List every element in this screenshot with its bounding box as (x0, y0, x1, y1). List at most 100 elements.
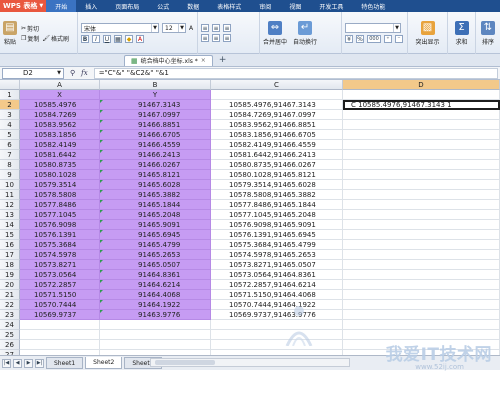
menu-home[interactable]: 开始 (46, 0, 77, 12)
cell-b-15[interactable]: 91465.6945 (100, 230, 211, 240)
cell-c-16[interactable]: 10575.3684,91465.4799 (211, 240, 343, 250)
cell-c-1[interactable] (211, 90, 343, 100)
highlight-button[interactable]: ▧ 突出显示 (411, 20, 444, 46)
cell-b-4[interactable]: 91466.8851 (100, 120, 211, 130)
cell-b-8[interactable]: 91466.0267 (100, 160, 211, 170)
align-left-icon[interactable]: ≡ (201, 34, 209, 42)
cell-d-22[interactable] (343, 300, 500, 310)
cell-b-11[interactable]: 91465.3882 (100, 190, 211, 200)
cell-d-8[interactable] (343, 160, 500, 170)
currency-icon[interactable]: ¥ (345, 35, 353, 43)
cell-d-13[interactable] (343, 210, 500, 220)
cell-d-4[interactable] (343, 120, 500, 130)
cell-c-23[interactable]: 10569.9737,91463.9776 (211, 310, 343, 320)
menu-insert[interactable]: 插入 (76, 0, 106, 12)
align-middle-icon[interactable]: ≡ (212, 24, 220, 32)
cell-a-15[interactable]: 10576.1391 (20, 230, 100, 240)
cell-d-1[interactable] (343, 90, 500, 100)
row-header[interactable]: 22 (0, 300, 20, 310)
cell-b-22[interactable]: 91464.1922 (100, 300, 211, 310)
cell-d-6[interactable] (343, 140, 500, 150)
cell-b-3[interactable]: 91467.0997 (100, 110, 211, 120)
cell-c-21[interactable]: 10571.5150,91464.4068 (211, 290, 343, 300)
horizontal-scrollbar[interactable] (150, 358, 350, 367)
formula-input[interactable]: ="C"&" "&C2&" "&1 (93, 67, 498, 79)
cell-d-24[interactable] (343, 320, 500, 330)
cell-a-13[interactable]: 10577.1045 (20, 210, 100, 220)
cell-c-9[interactable]: 10580.1028,91465.8121 (211, 170, 343, 180)
row-header[interactable]: 6 (0, 140, 20, 150)
new-tab-icon[interactable]: + (219, 55, 227, 65)
cell-d-3[interactable] (343, 110, 500, 120)
menu-table-style[interactable]: 表格样式 (208, 0, 250, 12)
align-bottom-icon[interactable]: ≡ (223, 24, 231, 32)
name-box[interactable]: D2 ▼ (2, 67, 64, 79)
cell-a-26[interactable] (20, 340, 100, 350)
cell-c-20[interactable]: 10572.2857,91464.6214 (211, 280, 343, 290)
row-header[interactable]: 4 (0, 120, 20, 130)
cell-c-14[interactable]: 10576.9098,91465.9091 (211, 220, 343, 230)
merge-center-button[interactable]: ⇔ 合并居中 (263, 20, 287, 46)
menu-review[interactable]: 审阅 (250, 0, 280, 12)
menu-page-layout[interactable]: 页面布局 (106, 0, 148, 12)
cell-c-7[interactable]: 10581.6442,91466.2413 (211, 150, 343, 160)
cell-a-9[interactable]: 10580.1028 (20, 170, 100, 180)
fill-color-icon[interactable]: ◆ (125, 35, 133, 43)
grow-font-icon[interactable]: A (189, 25, 193, 32)
bold-icon[interactable]: B (81, 35, 89, 43)
cell-a-23[interactable]: 10569.9737 (20, 310, 100, 320)
cell-b-13[interactable]: 91465.2048 (100, 210, 211, 220)
number-format-select[interactable]: ▼ (345, 23, 401, 33)
cell-a-7[interactable]: 10581.6442 (20, 150, 100, 160)
sum-button[interactable]: Σ 求和 (451, 20, 472, 46)
cell-c-19[interactable]: 10573.0564,91464.8361 (211, 270, 343, 280)
cell-d-23[interactable] (343, 310, 500, 320)
cell-c-15[interactable]: 10576.1391,91465.6945 (211, 230, 343, 240)
cell-b-24[interactable] (100, 320, 211, 330)
cut-button[interactable]: ✂ 剪切 (21, 24, 69, 33)
font-color-icon[interactable]: A (136, 35, 144, 43)
cell-b-21[interactable]: 91464.4068 (100, 290, 211, 300)
cell-c-12[interactable]: 10577.8486,91465.1844 (211, 200, 343, 210)
row-header[interactable]: 14 (0, 220, 20, 230)
font-size-select[interactable]: 12 ▼ (162, 23, 186, 33)
menu-developer[interactable]: 开发工具 (310, 0, 352, 12)
row-header[interactable]: 5 (0, 130, 20, 140)
increase-decimal-icon[interactable]: ⁺ (384, 35, 392, 43)
cell-c-26[interactable] (211, 340, 343, 350)
close-icon[interactable]: × (201, 57, 206, 64)
zoom-icon[interactable]: ⚲ (70, 69, 75, 77)
cell-a-3[interactable]: 10584.7269 (20, 110, 100, 120)
cell-b-6[interactable]: 91466.4559 (100, 140, 211, 150)
cell-a-16[interactable]: 10575.3684 (20, 240, 100, 250)
cell-a-21[interactable]: 10571.5150 (20, 290, 100, 300)
cell-b-10[interactable]: 91465.6028 (100, 180, 211, 190)
cell-b-5[interactable]: 91466.6705 (100, 130, 211, 140)
row-header[interactable]: 24 (0, 320, 20, 330)
cell-b-14[interactable]: 91465.9091 (100, 220, 211, 230)
cell-b-17[interactable]: 91465.2653 (100, 250, 211, 260)
column-header-d[interactable]: D (343, 80, 500, 90)
cell-c-3[interactable]: 10584.7269,91467.0997 (211, 110, 343, 120)
cell-b-7[interactable]: 91466.2413 (100, 150, 211, 160)
cell-b-23[interactable]: 91463.9776 (100, 310, 211, 320)
column-header-a[interactable]: A (20, 80, 100, 90)
copy-button[interactable]: ❐ 复制 🖌 格式刷 (21, 34, 69, 43)
row-header[interactable]: 11 (0, 190, 20, 200)
percent-icon[interactable]: % (356, 35, 364, 43)
align-center-icon[interactable]: ≡ (212, 34, 220, 42)
cell-d-2[interactable]: C 10585.4976,91467.3143 1 (343, 100, 500, 110)
cell-a-1[interactable]: X (20, 90, 100, 100)
sheet-tab-sheet1[interactable]: Sheet1 (46, 357, 84, 369)
scrollbar-thumb[interactable] (155, 360, 215, 365)
last-sheet-icon[interactable]: ▶| (35, 358, 44, 368)
cell-b-12[interactable]: 91465.1844 (100, 200, 211, 210)
next-sheet-icon[interactable]: ▶ (24, 358, 33, 368)
cell-c-24[interactable] (211, 320, 343, 330)
row-header[interactable]: 23 (0, 310, 20, 320)
cell-c-25[interactable] (211, 330, 343, 340)
thousands-icon[interactable]: 000 (367, 35, 381, 43)
row-header[interactable]: 1 (0, 90, 20, 100)
cell-b-1[interactable]: Y (100, 90, 211, 100)
menu-formula[interactable]: 公式 (148, 0, 178, 12)
